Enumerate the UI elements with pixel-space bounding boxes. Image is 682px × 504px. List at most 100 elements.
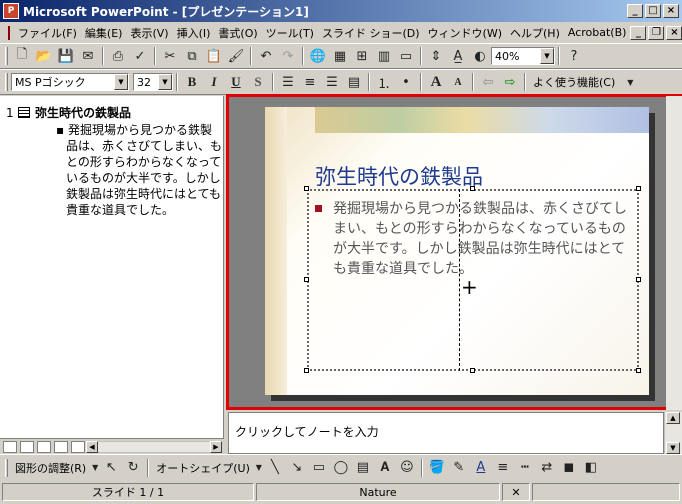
new-slide-icon[interactable]: ▭ [395, 46, 417, 66]
font-size-combo[interactable]: 32 ▼ [133, 73, 173, 91]
select-objects-icon[interactable]: ↖ [100, 458, 122, 478]
outline-pane[interactable]: 1 弥生時代の鉄製品 発掘現場から見つかる鉄製品は、赤くさびてしまい、もとの形す… [0, 96, 224, 438]
menu-acrobat[interactable]: Acrobat(B) [564, 26, 631, 39]
rectangle-icon[interactable]: ▭ [308, 458, 330, 478]
justify-icon[interactable]: ▤ [343, 72, 365, 92]
outline-slide-title[interactable]: 弥生時代の鉄製品 [35, 104, 131, 121]
menu-edit[interactable]: 編集(E) [81, 25, 127, 41]
scroll-left-icon[interactable]: ◀ [86, 441, 98, 453]
slide-canvas[interactable]: 弥生時代の鉄製品 発掘現場から見つかる鉄製品は、赤くさびてしまい、もとの形すらわ… [265, 107, 649, 395]
spelling-status-icon[interactable]: ✕ [502, 483, 530, 501]
menu-insert[interactable]: 挿入(I) [173, 25, 215, 41]
scroll-down-icon[interactable]: ▼ [666, 442, 680, 454]
expand-all-icon[interactable]: ⇕ [425, 46, 447, 66]
minimize-button[interactable]: _ [627, 4, 643, 18]
clipart-icon[interactable]: ☺ [396, 458, 418, 478]
resize-handle[interactable] [470, 368, 475, 373]
resize-handle[interactable] [636, 368, 641, 373]
autoshapes-menu-button[interactable]: オートシェイプ(U) [152, 460, 254, 476]
dash-style-icon[interactable]: ┅ [514, 458, 536, 478]
resize-handle[interactable] [470, 186, 475, 191]
menu-tools[interactable]: ツール(T) [262, 25, 318, 41]
copy-icon[interactable]: ⧉ [181, 46, 203, 66]
help-icon[interactable]: ? [563, 46, 585, 66]
chevron-down-icon[interactable]: ▼ [90, 458, 100, 478]
save-icon[interactable]: 💾 [55, 46, 77, 66]
slide-pane[interactable]: 弥生時代の鉄製品 発掘現場から見つかる鉄製品は、赤くさびてしまい、もとの形すらわ… [226, 94, 682, 410]
menu-view[interactable]: 表示(V) [126, 25, 172, 41]
chevron-down-icon[interactable]: ▼ [254, 458, 264, 478]
outline-slide-row[interactable]: 1 弥生時代の鉄製品 [6, 104, 131, 121]
slide-view-icon[interactable] [37, 440, 51, 453]
print-icon[interactable]: ⎙ [107, 46, 129, 66]
italic-button[interactable]: I [203, 72, 225, 92]
textbox-icon[interactable]: ▤ [352, 458, 374, 478]
menu-window[interactable]: ウィンドウ(W) [424, 25, 506, 41]
resize-handle[interactable] [636, 277, 641, 282]
line-style-icon[interactable]: ≡ [492, 458, 514, 478]
notes-pane[interactable]: クリックしてノートを入力 [228, 412, 664, 454]
scroll-right-icon[interactable]: ▶ [210, 441, 222, 453]
insert-chart-icon[interactable]: ▥ [373, 46, 395, 66]
decrease-font-button[interactable]: A [447, 72, 469, 92]
slide-title[interactable]: 弥生時代の鉄製品 [315, 161, 483, 191]
promote-icon[interactable]: ⇦ [477, 72, 499, 92]
arrow-icon[interactable]: ↘ [286, 458, 308, 478]
zoom-combo[interactable]: 40% ▼ [491, 47, 555, 65]
3d-icon[interactable]: ◧ [580, 458, 602, 478]
outline-horizontal-scrollbar[interactable]: ◀ ▶ [86, 441, 222, 453]
align-center-icon[interactable]: ≡ [299, 72, 321, 92]
show-formatting-icon[interactable]: A̲ [447, 46, 469, 66]
grayscale-icon[interactable]: ◐ [469, 46, 491, 66]
arrow-style-icon[interactable]: ⇄ [536, 458, 558, 478]
doc-minimize-button[interactable]: _ [630, 25, 647, 40]
align-right-icon[interactable]: ☰ [321, 72, 343, 92]
underline-button[interactable]: U [225, 72, 247, 92]
scroll-up-icon[interactable]: ▲ [666, 412, 680, 424]
doc-restore-button[interactable]: ❐ [648, 25, 665, 40]
shadow-icon[interactable]: ◼ [558, 458, 580, 478]
chevron-down-icon[interactable]: ▼ [619, 72, 641, 92]
outline-body-text[interactable]: 発掘現場から見つかる鉄製品は、赤くさびてしまい、もとの形すらわからなくなっている… [56, 122, 222, 218]
resize-handle[interactable] [636, 186, 641, 191]
demote-icon[interactable]: ⇨ [499, 72, 521, 92]
paste-icon[interactable]: 📋 [203, 46, 225, 66]
maximize-button[interactable]: □ [645, 4, 661, 18]
font-combo[interactable]: MS Pゴシック ▼ [11, 73, 129, 91]
chevron-down-icon[interactable]: ▼ [540, 48, 554, 64]
menu-format[interactable]: 書式(O) [214, 25, 261, 41]
slide-vertical-scrollbar[interactable] [666, 96, 682, 410]
resize-handle[interactable] [304, 368, 309, 373]
chevron-down-icon[interactable]: ▼ [114, 74, 128, 90]
font-color-icon[interactable]: A [470, 458, 492, 478]
toolbar-grip[interactable] [5, 458, 8, 477]
bullets-icon[interactable]: • [395, 72, 417, 92]
slide-body-text[interactable]: 発掘現場から見つかる鉄製品は、赤くさびてしまい、もとの形すらわからなくなっている… [333, 199, 631, 279]
undo-icon[interactable]: ↶ [255, 46, 277, 66]
shadow-button[interactable]: S [247, 72, 269, 92]
toolbar-grip[interactable] [5, 73, 8, 91]
tables-borders-icon[interactable]: ▦ [329, 46, 351, 66]
insert-table-icon[interactable]: ⊞ [351, 46, 373, 66]
draw-menu-button[interactable]: 図形の調整(R) [11, 460, 90, 476]
outline-view-icon[interactable] [20, 440, 34, 453]
free-rotate-icon[interactable]: ↻ [122, 458, 144, 478]
fill-color-icon[interactable]: 🪣 [426, 458, 448, 478]
slideshow-view-icon[interactable] [71, 440, 85, 453]
menu-slideshow[interactable]: スライド ショー(D) [318, 25, 424, 41]
open-icon[interactable]: 📂 [33, 46, 55, 66]
powerpoint-app-icon[interactable]: P [3, 3, 19, 19]
spelling-icon[interactable]: ✓ [129, 46, 151, 66]
notes-scrollbar[interactable]: ▲ ▼ [664, 412, 682, 454]
email-icon[interactable]: ✉ [77, 46, 99, 66]
resize-handle[interactable] [304, 186, 309, 191]
common-tasks-menu[interactable]: よく使う機能(C) [529, 74, 619, 90]
line-icon[interactable]: ╲ [264, 458, 286, 478]
hyperlink-icon[interactable]: 🌐 [307, 46, 329, 66]
numbering-icon[interactable]: ⒈ [373, 72, 395, 92]
oval-icon[interactable]: ◯ [330, 458, 352, 478]
close-button[interactable]: × [663, 4, 679, 18]
redo-icon[interactable]: ↷ [277, 46, 299, 66]
resize-handle[interactable] [304, 277, 309, 282]
toolbar-grip[interactable] [5, 47, 8, 65]
